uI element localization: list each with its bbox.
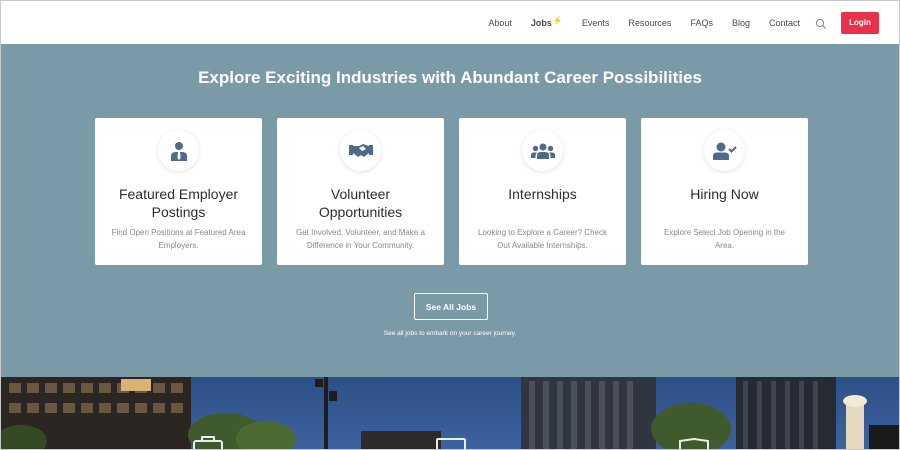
nav-resources[interactable]: Resources [628, 18, 671, 28]
card-title: Volunteer Opportunities [318, 186, 403, 220]
nav-blog[interactable]: Blog [732, 18, 750, 28]
main-nav: About Jobs⚡ Events Resources FAQs Blog C… [469, 11, 879, 34]
site-header: About Jobs⚡ Events Resources FAQs Blog C… [1, 1, 899, 44]
search-icon[interactable] [815, 17, 827, 29]
nav-jobs[interactable]: Jobs⚡ [530, 15, 563, 28]
card-title: Featured Employer Postings [118, 186, 239, 220]
card-description: Get Involved, Volunteer, and Make a Diff… [296, 228, 425, 250]
nav-events[interactable]: Events [582, 18, 610, 28]
employee-icon [158, 130, 199, 171]
card-title: Hiring Now [690, 186, 759, 202]
see-all-jobs-button[interactable]: See All Jobs [414, 293, 488, 320]
card-volunteer[interactable]: Volunteer Opportunities Get Involved, Vo… [277, 118, 444, 265]
see-all-caption: See all jobs to embark on your career jo… [383, 330, 517, 337]
page-frame: About Jobs⚡ Events Resources FAQs Blog C… [0, 0, 900, 450]
industries-section: Explore Exciting Industries with Abundan… [1, 44, 899, 377]
section-title: Explore Exciting Industries with Abundan… [198, 68, 702, 87]
card-description: Looking to Explore a Career? Check Out A… [478, 228, 607, 250]
card-internships[interactable]: Internships Looking to Explore a Career?… [459, 118, 626, 265]
card-hiring-now[interactable]: Hiring Now Explore Select Job Opening in… [641, 118, 808, 265]
card-description: Find Open Positions at Featured Area Emp… [111, 228, 246, 250]
user-check-icon [704, 130, 745, 171]
card-featured-employer[interactable]: Featured Employer Postings Find Open Pos… [95, 118, 262, 265]
login-button[interactable]: Login [841, 11, 879, 34]
nav-faqs[interactable]: FAQs [690, 18, 713, 28]
city-photo-banner [1, 377, 899, 449]
card-description: Explore Select Job Opening in the Area. [664, 228, 785, 250]
nav-jobs-label: Jobs [530, 17, 552, 28]
card-title: Internships [508, 186, 577, 202]
lightning-icon: ⚡ [552, 15, 563, 25]
nav-about[interactable]: About [488, 18, 512, 28]
group-icon [522, 130, 563, 171]
nav-contact[interactable]: Contact [769, 18, 800, 28]
handshake-icon [340, 130, 381, 171]
